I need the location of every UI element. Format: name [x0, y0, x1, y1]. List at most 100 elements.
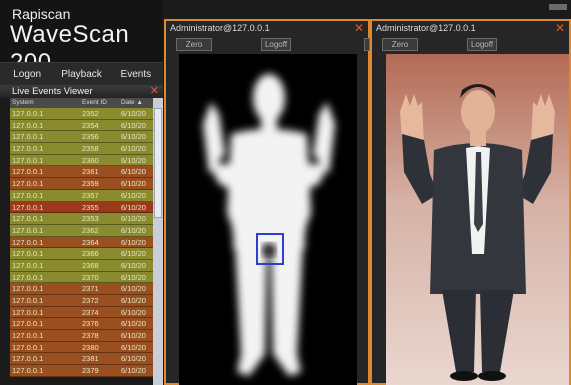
- cell-system: 127.0.0.1: [12, 190, 44, 200]
- table-row[interactable]: 127.0.0.1 2353 6/10/20: [10, 213, 153, 225]
- cell-event-id: 2370: [82, 272, 99, 282]
- table-row[interactable]: 127.0.0.1 2372 6/10/20: [10, 295, 153, 307]
- cell-event-id: 2371: [82, 284, 99, 294]
- cell-event-id: 2355: [82, 202, 99, 212]
- cell-date: 6/10/20: [120, 179, 146, 189]
- cell-date: 6/10/20: [120, 354, 146, 364]
- cell-event-id: 2360: [82, 155, 99, 165]
- table-row[interactable]: 127.0.0.1 2355 6/10/20: [10, 201, 153, 214]
- table-row[interactable]: 127.0.0.1 2379 6/10/20: [10, 365, 153, 377]
- cell-event-id: 2380: [82, 342, 99, 352]
- logoff-button[interactable]: Logoff: [467, 38, 497, 51]
- cell-date: 6/10/20: [120, 190, 146, 200]
- table-row[interactable]: 127.0.0.1 2362 6/10/20: [10, 224, 153, 237]
- person-illustration: [386, 54, 569, 385]
- table-row[interactable]: 127.0.0.1 2361 6/10/20: [10, 166, 153, 179]
- cell-event-id: 2366: [82, 249, 99, 259]
- cell-event-id: 2376: [82, 319, 99, 329]
- events-viewer-title: Live Events Viewer: [12, 86, 93, 97]
- cell-system: 127.0.0.1: [12, 155, 44, 165]
- cell-event-id: 2374: [82, 307, 99, 317]
- person-camera-image: [386, 54, 569, 385]
- cell-system: 127.0.0.1: [12, 331, 44, 341]
- cell-system: 127.0.0.1: [12, 109, 44, 118]
- table-row[interactable]: 127.0.0.1 2381 6/10/20: [10, 353, 153, 366]
- column-header-system[interactable]: System: [10, 98, 80, 108]
- events-table-body: 127.0.0.1 2352 6/10/20 127.0.0.1 2354 6/10/20…: [10, 108, 153, 385]
- table-row[interactable]: 127.0.0.1 2356 6/10/20: [10, 131, 153, 144]
- close-icon[interactable]: ✕: [150, 85, 159, 97]
- table-row[interactable]: 127.0.0.1 2357 6/10/20: [10, 189, 153, 202]
- nav-events-button[interactable]: Events: [109, 63, 163, 85]
- cell-system: 127.0.0.1: [12, 307, 44, 317]
- cell-date: 6/10/20: [120, 237, 146, 247]
- cell-date: 6/10/20: [120, 120, 146, 130]
- table-row[interactable]: 127.0.0.1 2364 6/10/20: [10, 236, 153, 249]
- cell-system: 127.0.0.1: [12, 284, 44, 294]
- panel-title: Administrator@127.0.0.1: [376, 23, 476, 33]
- table-row[interactable]: 127.0.0.1 2359 6/10/20: [10, 178, 153, 190]
- cell-date: 6/10/20: [120, 109, 146, 118]
- camera-panel: Administrator@127.0.0.1 ✕ Zero Logoff: [370, 19, 571, 385]
- close-icon[interactable]: ✕: [354, 21, 364, 35]
- cell-event-id: 2381: [82, 354, 99, 364]
- cell-event-id: 2364: [82, 237, 99, 247]
- events-scrollbar[interactable]: [153, 98, 163, 385]
- table-row[interactable]: 127.0.0.1 2371 6/10/20: [10, 283, 153, 295]
- cell-date: 6/10/20: [120, 225, 146, 235]
- cell-event-id: 2356: [82, 132, 99, 142]
- cell-event-id: 2368: [82, 260, 99, 270]
- main-nav: Logon Playback Events: [0, 62, 163, 86]
- nav-logon-button[interactable]: Logon: [0, 63, 54, 85]
- logoff-button[interactable]: Logoff: [261, 38, 291, 51]
- cell-date: 6/10/20: [120, 331, 146, 341]
- table-row[interactable]: 127.0.0.1 2366 6/10/20: [10, 248, 153, 260]
- window-control[interactable]: [549, 4, 567, 10]
- cell-system: 127.0.0.1: [12, 237, 44, 247]
- table-row[interactable]: 127.0.0.1 2352 6/10/20: [10, 108, 153, 120]
- cell-system: 127.0.0.1: [12, 354, 44, 364]
- cell-system: 127.0.0.1: [12, 296, 44, 305]
- cell-date: 6/10/20: [120, 366, 146, 376]
- nav-playback-button[interactable]: Playback: [54, 63, 108, 85]
- cell-system: 127.0.0.1: [12, 249, 44, 259]
- table-row[interactable]: 127.0.0.1 2358 6/10/20: [10, 143, 153, 155]
- cell-date: 6/10/20: [120, 284, 146, 294]
- cell-date: 6/10/20: [120, 132, 146, 142]
- cell-system: 127.0.0.1: [12, 144, 44, 154]
- cell-event-id: 2362: [82, 225, 99, 235]
- table-row[interactable]: 127.0.0.1 2354 6/10/20: [10, 119, 153, 132]
- close-icon[interactable]: ✕: [555, 21, 565, 35]
- cell-event-id: 2353: [82, 214, 99, 224]
- cell-date: 6/10/20: [120, 260, 146, 270]
- table-row[interactable]: 127.0.0.1 2360 6/10/20: [10, 154, 153, 167]
- cell-event-id: 2379: [82, 366, 99, 376]
- table-row[interactable]: 127.0.0.1 2380 6/10/20: [10, 341, 153, 354]
- cell-date: 6/10/20: [120, 144, 146, 154]
- cell-system: 127.0.0.1: [12, 319, 44, 329]
- cell-system: 127.0.0.1: [12, 179, 44, 189]
- table-row[interactable]: 127.0.0.1 2376 6/10/20: [10, 318, 153, 331]
- cell-date: 6/10/20: [120, 167, 146, 177]
- cell-event-id: 2359: [82, 179, 99, 189]
- zero-button[interactable]: Zero: [382, 38, 418, 51]
- table-row[interactable]: 127.0.0.1 2378 6/10/20: [10, 330, 153, 342]
- cell-date: 6/10/20: [120, 214, 146, 224]
- scrollbar-thumb[interactable]: [154, 108, 162, 218]
- column-header-event-id[interactable]: Event ID: [80, 98, 119, 108]
- zero-button[interactable]: Zero: [176, 38, 212, 51]
- body-scan-silhouette: [203, 74, 335, 376]
- cell-date: 6/10/20: [120, 307, 146, 317]
- table-row[interactable]: 127.0.0.1 2374 6/10/20: [10, 306, 153, 319]
- cell-event-id: 2372: [82, 296, 99, 305]
- cell-date: 6/10/20: [120, 342, 146, 352]
- cell-system: 127.0.0.1: [12, 260, 44, 270]
- cell-system: 127.0.0.1: [12, 167, 44, 177]
- brand-header: Rapiscan WaveScan 200: [0, 0, 163, 76]
- table-row[interactable]: 127.0.0.1 2370 6/10/20: [10, 271, 153, 284]
- cell-date: 6/10/20: [120, 319, 146, 329]
- cell-date: 6/10/20: [120, 296, 146, 305]
- table-row[interactable]: 127.0.0.1 2368 6/10/20: [10, 259, 153, 272]
- scan-panel: Administrator@127.0.0.1 ✕ Zero Logoff: [164, 19, 370, 385]
- column-header-date[interactable]: Date ▲: [119, 98, 153, 108]
